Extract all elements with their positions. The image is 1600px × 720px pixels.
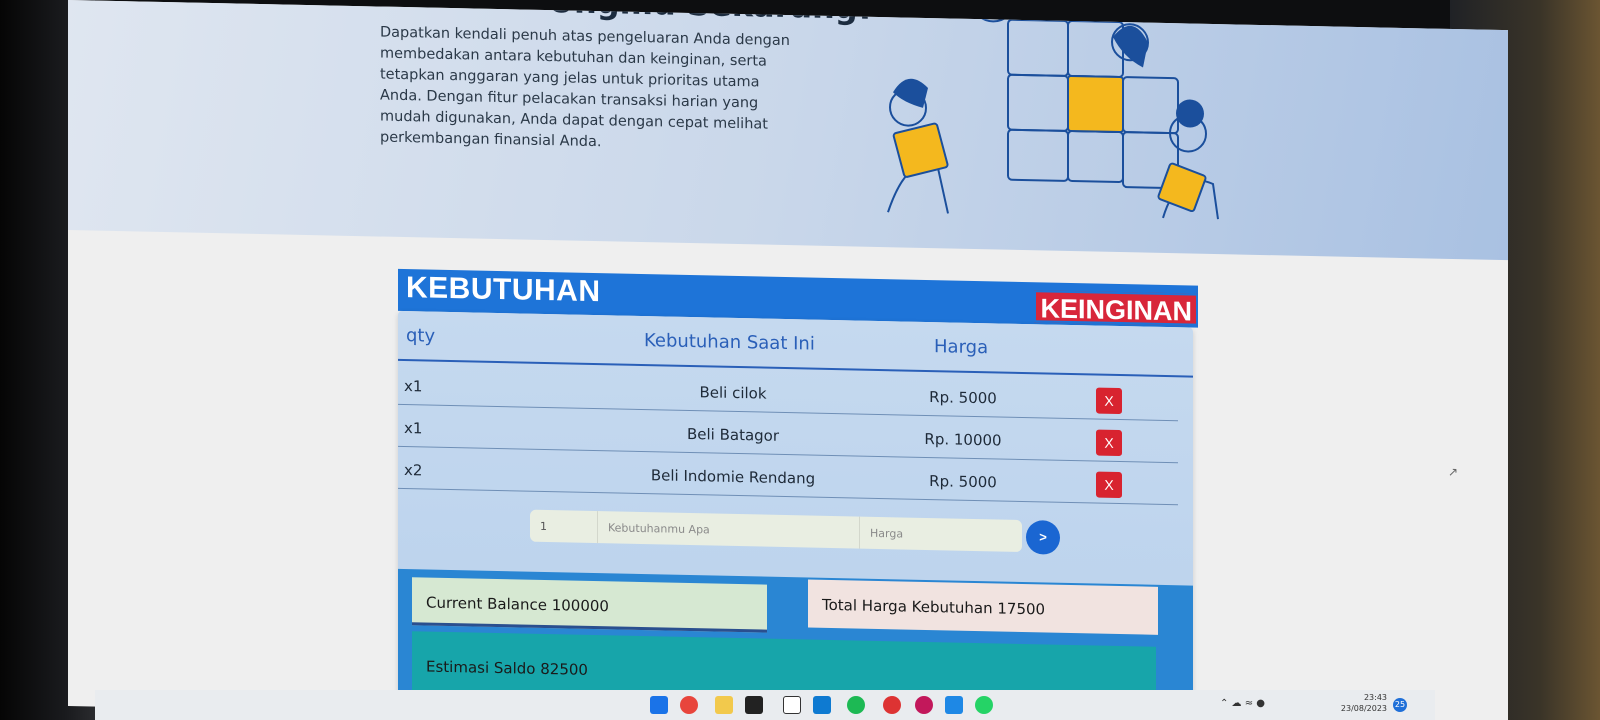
notion-icon[interactable]	[783, 696, 801, 714]
system-tray-icons[interactable]: ⌃ ☁ ≈ ●	[1220, 698, 1265, 709]
puzzle-people-illustration	[887, 0, 1219, 220]
epic-games-icon[interactable]	[745, 696, 763, 714]
tab-kebutuhan[interactable]: KEBUTUHAN	[406, 271, 601, 309]
qty-input[interactable]	[530, 509, 598, 544]
app-l-icon[interactable]	[945, 696, 963, 714]
clock-time: 23:43	[1363, 693, 1387, 702]
delete-row-button[interactable]: X	[1096, 429, 1122, 457]
row-harga: Rp. 5000	[929, 472, 997, 492]
mouse-cursor-icon: ↗	[1448, 464, 1459, 480]
browser-viewport: Ungmu Sekarang! Dapatkan kendali penuh a…	[68, 0, 1508, 720]
row-qty: x2	[404, 461, 423, 480]
kebutuhan-panel: qty Kebutuhan Saat Ini Harga x1 Beli cil…	[398, 310, 1193, 720]
row-harga: Rp. 5000	[929, 388, 997, 408]
whatsapp-icon[interactable]	[975, 696, 993, 714]
tab-keinginan[interactable]: KEINGINAN	[1034, 290, 1198, 327]
hero-section: Ungmu Sekarang! Dapatkan kendali penuh a…	[68, 0, 1508, 261]
delete-row-button[interactable]: X	[1096, 471, 1122, 499]
item-name-input[interactable]	[598, 511, 860, 549]
start-icon[interactable]	[650, 696, 668, 714]
hero-paragraph: Dapatkan kendali penuh atas pengeluaran …	[380, 24, 790, 151]
file-explorer-icon[interactable]	[715, 696, 733, 714]
clock-date: 23/08/2023	[1340, 704, 1387, 713]
taskbar-clock[interactable]: 23:43 23/08/2023	[1341, 692, 1387, 714]
add-item-button[interactable]: >	[1026, 520, 1060, 555]
vscode-icon[interactable]	[813, 696, 831, 714]
column-header-harga: Harga	[934, 336, 989, 359]
total-harga-card: Total Harga Kebutuhan 17500	[808, 579, 1158, 635]
row-item: Beli Indomie Rendang	[650, 466, 816, 488]
hero-heading: Ungmu Sekarang!	[548, 0, 873, 27]
app-red-icon[interactable]	[883, 696, 901, 714]
delete-row-button[interactable]: X	[1096, 387, 1122, 415]
chrome-icon[interactable]	[680, 696, 698, 714]
harga-input[interactable]	[860, 516, 1022, 552]
column-header-item: Kebutuhan Saat Ini	[644, 330, 815, 355]
row-harga: Rp. 10000	[924, 429, 1002, 450]
row-item: Beli Batagor	[686, 424, 780, 445]
row-item: Beli cilok	[699, 383, 767, 403]
windows-taskbar: ⌃ ☁ ≈ ● 23:43 23/08/2023 25	[95, 690, 1435, 720]
current-balance-card: Current Balance 100000	[412, 577, 767, 633]
app-magenta-icon[interactable]	[915, 696, 933, 714]
row-qty: x1	[404, 377, 423, 396]
column-header-qty: qty	[406, 325, 436, 347]
add-item-form	[530, 509, 1022, 552]
notification-badge[interactable]: 25	[1393, 698, 1407, 712]
row-qty: x1	[404, 419, 423, 438]
spotify-icon[interactable]	[847, 696, 865, 714]
